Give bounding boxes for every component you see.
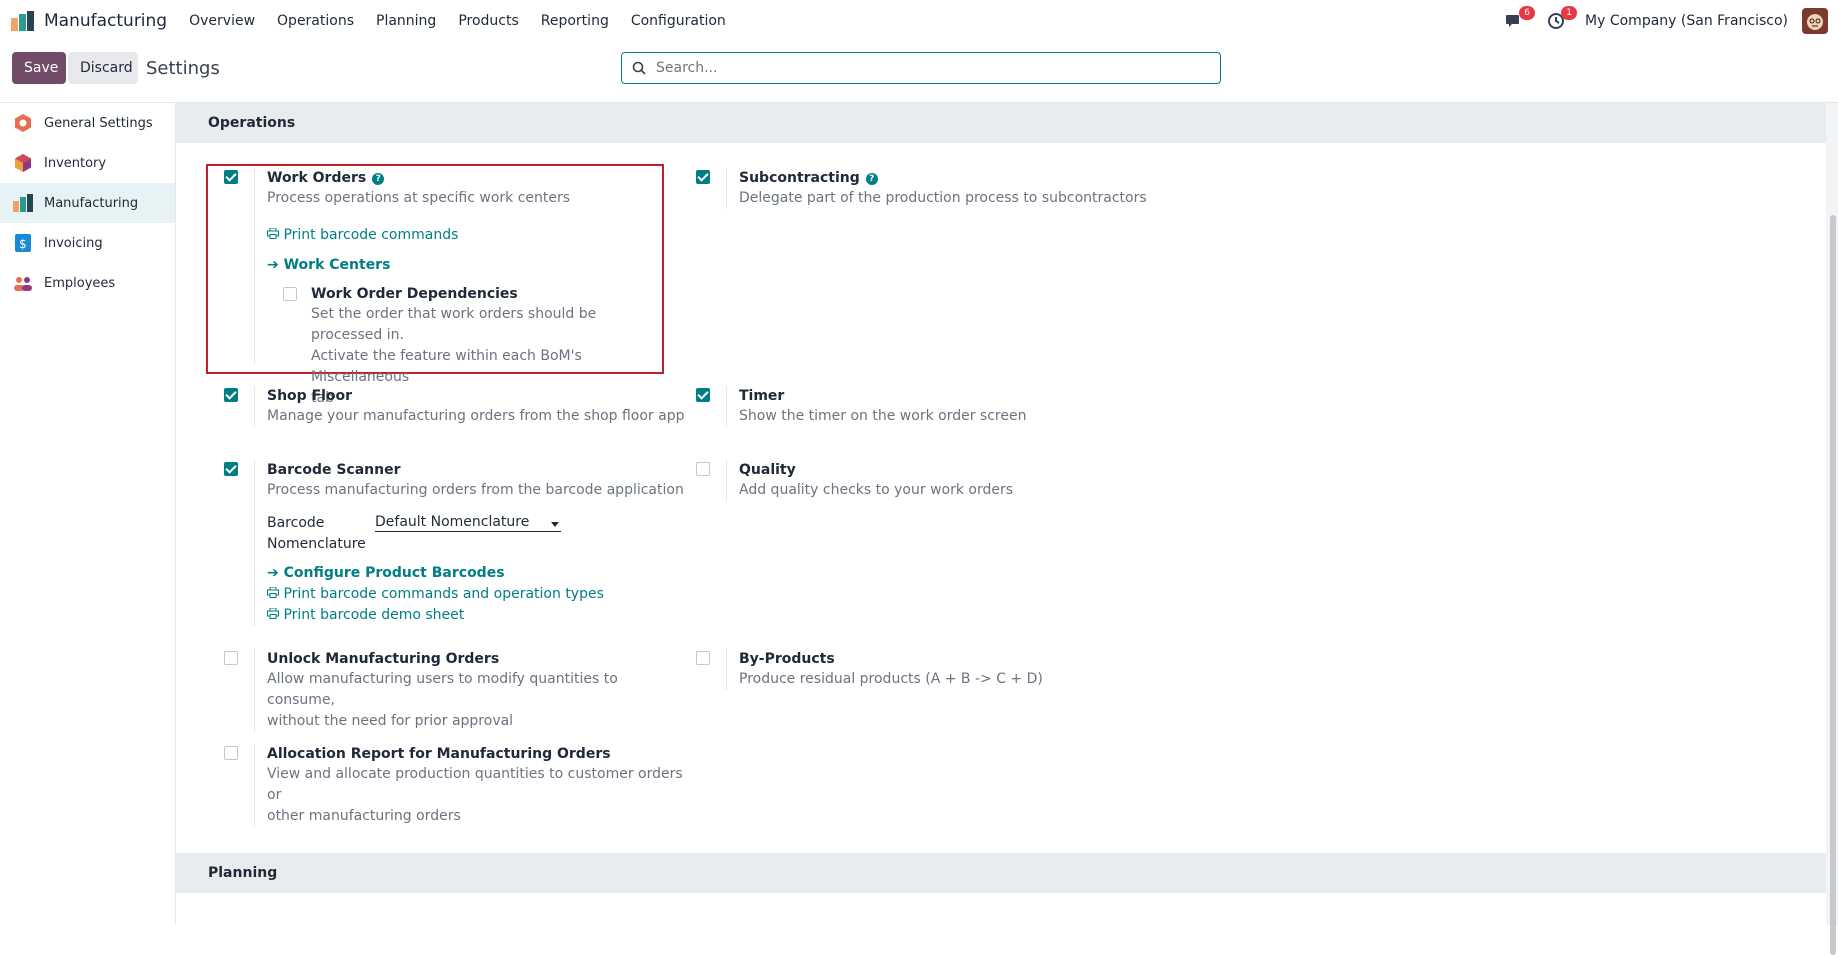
configure-product-barcodes-link[interactable]: ➔ Configure Product Barcodes: [267, 563, 687, 584]
menu-products[interactable]: Products: [458, 13, 518, 29]
allocation-report-checkbox[interactable]: [224, 746, 238, 760]
timer-desc: Show the timer on the work order screen: [739, 408, 1027, 424]
sidebar-item-label: Employees: [44, 275, 116, 291]
by-products-title: By-Products: [739, 651, 835, 667]
work-order-dependencies-title: Work Order Dependencies: [311, 286, 518, 302]
quality-checkbox[interactable]: [696, 462, 710, 476]
timer-title: Timer: [739, 388, 785, 404]
shop-floor-desc: Manage your manufacturing orders from th…: [267, 408, 685, 424]
barcode-scanner-desc: Process manufacturing orders from the ba…: [267, 482, 684, 498]
unlock-mo-checkbox[interactable]: [224, 651, 238, 665]
unlock-mo-title: Unlock Manufacturing Orders: [267, 651, 500, 667]
sidebar-item-invoicing[interactable]: $ Invoicing: [0, 223, 175, 263]
sidebar-item-label: Invoicing: [44, 235, 103, 251]
content-scrollbar[interactable]: [1826, 103, 1838, 955]
unlock-mo-desc-2: without the need for prior approval: [267, 713, 514, 729]
top-navbar: Manufacturing Overview Operations Planni…: [0, 0, 1838, 42]
menu-operations[interactable]: Operations: [277, 13, 354, 29]
sidebar-item-label: General Settings: [44, 115, 153, 131]
arrow-right-icon: ➔: [267, 257, 279, 273]
activities-button[interactable]: 1: [1543, 6, 1578, 34]
manufacturing-app-icon: [11, 11, 34, 31]
by-products-checkbox[interactable]: [696, 651, 710, 665]
nomenclature-label-2: Nomenclature: [267, 536, 366, 552]
section-header-planning: Planning: [176, 853, 1838, 893]
manufacturing-icon: [13, 194, 33, 212]
search-icon: [632, 61, 646, 75]
inventory-icon: [15, 154, 31, 172]
scrollbar-thumb[interactable]: [1830, 215, 1836, 955]
barcode-nomenclature-row: Barcode Nomenclature Default Nomenclatur…: [267, 513, 687, 555]
barcode-nomenclature-select[interactable]: Default Nomenclature: [375, 513, 561, 532]
menu-configuration[interactable]: Configuration: [631, 13, 726, 29]
print-barcode-demo-sheet-link[interactable]: Print barcode demo sheet: [267, 605, 687, 626]
subcontracting-desc: Delegate part of the production process …: [739, 190, 1147, 206]
subcontracting-checkbox[interactable]: [696, 170, 710, 184]
control-panel: Save Discard Settings: [0, 42, 1838, 103]
arrow-right-icon: ➔: [267, 565, 279, 581]
work-order-dependencies-desc-1: Set the order that work orders should be…: [311, 306, 597, 343]
messages-badge: 6: [1519, 6, 1536, 20]
app-name: Manufacturing: [44, 11, 168, 31]
app-brand[interactable]: Manufacturing: [10, 10, 167, 32]
user-avatar[interactable]: [1802, 8, 1828, 34]
messages-button[interactable]: 6: [1501, 6, 1536, 34]
unlock-mo-desc-1: Allow manufacturing users to modify quan…: [267, 671, 618, 708]
sidebar-item-label: Manufacturing: [44, 195, 139, 211]
print-barcode-operations-link[interactable]: Print barcode commands and operation typ…: [267, 584, 687, 605]
breadcrumb: Settings: [146, 58, 220, 79]
work-orders-checkbox[interactable]: [224, 170, 238, 184]
user-face-icon: [1802, 8, 1828, 34]
search-box[interactable]: [621, 52, 1221, 84]
menu-planning[interactable]: Planning: [376, 13, 436, 29]
barcode-scanner-title: Barcode Scanner: [267, 462, 401, 478]
allocation-report-desc-1: View and allocate production quantities …: [267, 766, 683, 803]
work-order-dependencies-checkbox[interactable]: [283, 287, 297, 301]
printer-icon: [267, 227, 279, 239]
printer-icon: [267, 607, 279, 619]
work-orders-desc: Process operations at specific work cent…: [267, 190, 571, 206]
allocation-report-desc-2: other manufacturing orders: [267, 808, 461, 824]
work-order-dependencies-desc-2: Activate the feature within each BoM's M…: [311, 348, 582, 385]
sidebar-item-general-settings[interactable]: General Settings: [0, 103, 175, 143]
systray: 6 1 My Company (San Francisco): [1501, 0, 1838, 42]
settings-sidebar: General Settings Inventory Manufacturing…: [0, 103, 176, 925]
subcontracting-title: Subcontracting: [739, 170, 860, 186]
work-centers-link[interactable]: ➔ Work Centers: [267, 255, 667, 276]
allocation-report-title: Allocation Report for Manufacturing Orde…: [267, 746, 611, 762]
company-switcher[interactable]: My Company (San Francisco): [1585, 13, 1788, 29]
section-header-operations: Operations: [176, 103, 1826, 143]
help-icon[interactable]: ?: [865, 173, 878, 185]
shop-floor-title: Shop Floor: [267, 388, 353, 404]
timer-checkbox[interactable]: [696, 388, 710, 402]
menu-overview[interactable]: Overview: [189, 13, 255, 29]
printer-icon: [267, 586, 279, 598]
sidebar-item-employees[interactable]: Employees: [0, 263, 175, 303]
quality-desc: Add quality checks to your work orders: [739, 482, 1014, 498]
search-input[interactable]: [654, 59, 1198, 77]
employees-icon: [14, 277, 32, 291]
save-button[interactable]: Save: [12, 52, 66, 84]
barcode-scanner-checkbox[interactable]: [224, 462, 238, 476]
sidebar-item-manufacturing[interactable]: Manufacturing: [0, 183, 175, 223]
sidebar-item-label: Inventory: [44, 155, 107, 171]
print-barcode-commands-link[interactable]: Print barcode commands: [267, 225, 667, 246]
activities-badge: 1: [1561, 6, 1578, 20]
sidebar-item-inventory[interactable]: Inventory: [0, 143, 175, 183]
work-orders-title: Work Orders: [267, 170, 367, 186]
discard-button[interactable]: Discard: [68, 52, 138, 84]
quality-title: Quality: [739, 462, 796, 478]
svg-text:$: $: [19, 237, 27, 251]
by-products-desc: Produce residual products (A + B -> C + …: [739, 671, 1043, 687]
nomenclature-label-1: Barcode: [267, 515, 325, 531]
general-settings-icon: [15, 114, 31, 132]
menu-reporting[interactable]: Reporting: [541, 13, 609, 29]
main-menu: Overview Operations Planning Products Re…: [189, 13, 748, 29]
invoicing-icon: $: [15, 234, 31, 252]
shop-floor-checkbox[interactable]: [224, 388, 238, 402]
help-icon[interactable]: ?: [372, 173, 385, 185]
